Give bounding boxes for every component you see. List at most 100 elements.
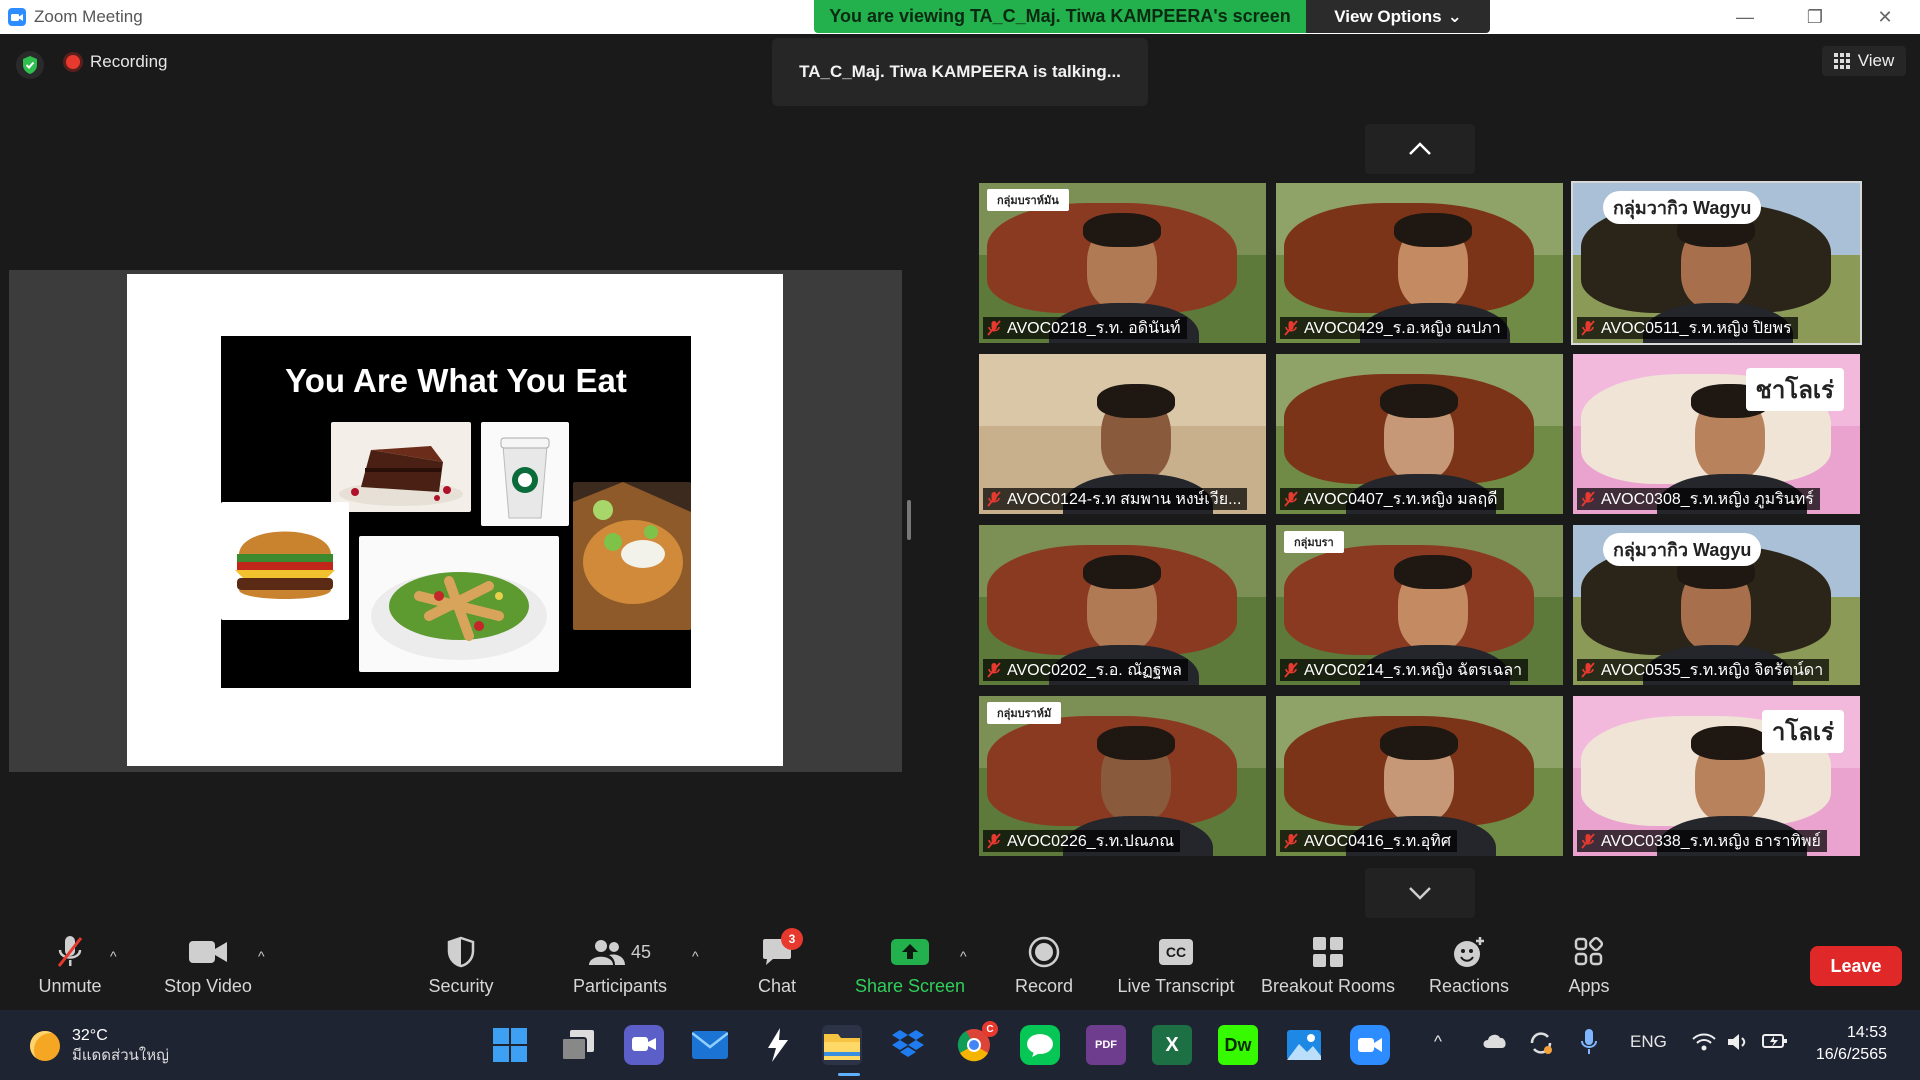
participant-video-tile[interactable]: AVOC0429_ร.อ.หญิง ณปภา [1276, 183, 1563, 343]
participant-video-tile[interactable]: AVOC0202_ร.อ. ณัฏฐพล [979, 525, 1266, 685]
participant-video-tile[interactable]: AVOC0124-ร.ท สมพาน หงษ์เวีย... [979, 354, 1266, 514]
weather-condition: มีแดดส่วนใหญ่ [72, 1047, 169, 1064]
show-hidden-icons-chevron-icon[interactable]: ^ [1434, 1032, 1442, 1052]
photos-icon[interactable] [1284, 1025, 1324, 1065]
security-button[interactable]: Security [420, 932, 502, 1002]
microphone-tray-icon[interactable] [1580, 1028, 1598, 1056]
breakout-rooms-button[interactable]: Breakout Rooms [1258, 932, 1398, 1002]
microphone-muted-icon [987, 833, 1001, 849]
participant-video-tile[interactable]: AVOC0416_ร.ท.อุทิศ [1276, 696, 1563, 856]
smiley-reaction-icon [1454, 937, 1484, 967]
participant-hair [1380, 384, 1458, 418]
background-sign-text: าโลเร่ [1761, 710, 1844, 753]
active-speaker-notice: TA_C_Maj. Tiwa KAMPEERA is talking... [772, 38, 1148, 106]
share-options-caret-icon[interactable]: ^ [960, 948, 967, 964]
recording-label: Recording [90, 52, 168, 71]
close-icon[interactable]: ✕ [1850, 0, 1920, 34]
live-transcript-button[interactable]: CC Live Transcript [1114, 932, 1238, 1002]
speaker-volume-icon[interactable] [1726, 1032, 1750, 1052]
dreamweaver-icon[interactable]: Dw [1218, 1025, 1258, 1065]
record-button[interactable]: Record [1012, 932, 1076, 1002]
gallery-prev-page-button[interactable] [1365, 124, 1475, 174]
apps-label: Apps [1568, 976, 1610, 996]
apps-icon [1574, 937, 1604, 966]
participant-name-bar: AVOC0202_ร.อ. ณัฏฐพล [983, 659, 1188, 681]
gallery-next-page-button[interactable] [1365, 868, 1475, 918]
microphone-muted-icon [1284, 320, 1298, 336]
line-messenger-icon[interactable] [1020, 1025, 1060, 1065]
stop-video-label: Stop Video [164, 976, 252, 996]
participant-name: AVOC0535_ร.ท.หญิง จิตรัตน์ดา [1601, 661, 1824, 679]
share-screen-button[interactable]: Share Screen [854, 932, 966, 1002]
clock-time: 14:53 [1846, 1024, 1887, 1041]
unmute-button[interactable]: Unmute [30, 932, 110, 1002]
microphone-muted-icon [1581, 320, 1595, 336]
background-sign-text: กลุ่มวากิว Wagyu [1603, 533, 1762, 566]
minimize-icon[interactable]: — [1710, 0, 1780, 34]
recording-indicator[interactable]: Recording [66, 52, 168, 72]
microphone-muted-icon [987, 491, 1001, 507]
participant-hair [1380, 726, 1458, 760]
microphone-muted-icon [1581, 662, 1595, 678]
participant-name: AVOC0214_ร.ท.หญิง ฉัตรเฉลา [1304, 661, 1523, 679]
file-explorer-icon[interactable] [822, 1025, 862, 1065]
participant-video-tile[interactable]: กลุ่มวากิว Wagyu AVOC0535_ร.ท.หญิง จิตรัต… [1573, 525, 1860, 685]
onedrive-cloud-icon[interactable] [1482, 1032, 1508, 1048]
participant-video-tile[interactable]: ชาโลเร่ AVOC0308_ร.ท.หญิง ภูมรินทร์ [1573, 354, 1860, 514]
zoom-taskbar-icon[interactable] [1350, 1025, 1390, 1065]
participant-name-bar: AVOC0338_ร.ท.หญิง ธาราทิพย์ [1577, 830, 1827, 852]
dropbox-icon[interactable] [888, 1025, 928, 1065]
mail-icon[interactable] [690, 1025, 730, 1065]
panel-resize-handle[interactable] [907, 500, 911, 540]
background-sign-text: กลุ่มบราห์มัน [987, 189, 1069, 211]
input-language-indicator[interactable]: ENG [1630, 1032, 1667, 1052]
sync-refresh-icon[interactable] [1528, 1030, 1554, 1056]
windows-taskbar: 32°C มีแดดส่วนใหญ่ C PDF X Dw ^ ENG 14:5… [0, 1010, 1920, 1080]
participant-name-bar: AVOC0226_ร.ท.ปณภณ [983, 830, 1181, 852]
view-options-label: View Options [1334, 6, 1442, 26]
view-options-button[interactable]: View Options ⌄ [1306, 0, 1490, 33]
participant-video-tile[interactable]: กลุ่มบรา AVOC0214_ร.ท.หญิง ฉัตรเฉลา [1276, 525, 1563, 685]
encryption-shield-icon[interactable] [16, 51, 44, 79]
apps-button[interactable]: Apps [1566, 932, 1612, 1002]
restore-icon[interactable]: ❐ [1780, 0, 1850, 34]
mobaxterm-lightning-icon[interactable] [758, 1025, 798, 1065]
teams-chat-icon[interactable] [624, 1025, 664, 1065]
participant-video-tile[interactable]: AVOC0407_ร.ท.หญิง มลฤดี [1276, 354, 1563, 514]
participant-name-bar: AVOC0214_ร.ท.หญิง ฉัตรเฉลา [1280, 659, 1529, 681]
leave-meeting-button[interactable]: Leave [1810, 946, 1902, 986]
participant-video-tile[interactable]: กลุ่มบราห์มัน AVOC0218_ร.ท. อดินันท์ [979, 183, 1266, 343]
participant-name: AVOC0218_ร.ท. อดินันท์ [1007, 319, 1181, 337]
slide-content: You Are What You Eat [221, 336, 691, 688]
wifi-icon[interactable] [1692, 1032, 1716, 1052]
background-sign-text: กลุ่มวากิว Wagyu [1603, 191, 1762, 224]
participants-button[interactable]: 45 Participants [568, 932, 672, 1002]
participant-video-tile[interactable]: กลุ่มบราห์มั AVOC0226_ร.ท.ปณภณ [979, 696, 1266, 856]
microphone-muted-icon [1284, 833, 1298, 849]
participants-count: 45 [630, 941, 652, 962]
participant-video-tile[interactable]: าโลเร่ AVOC0338_ร.ท.หญิง ธาราทิพย์ [1573, 696, 1860, 856]
reactions-button[interactable]: Reactions [1426, 932, 1512, 1002]
task-view-icon[interactable] [558, 1025, 598, 1065]
view-button-label: View [1857, 51, 1895, 70]
system-clock[interactable]: 14:53 16/6/2565 [1775, 1022, 1887, 1066]
chat-button[interactable]: 3 Chat [755, 928, 803, 1002]
stop-video-button[interactable]: Stop Video [160, 932, 256, 1002]
participant-video-tile[interactable]: กลุ่มวากิว Wagyu AVOC0511_ร.ท.หญิง ปิยพร [1571, 181, 1862, 345]
video-options-caret-icon[interactable]: ^ [258, 948, 265, 964]
security-shield-icon [447, 936, 475, 968]
participant-name: AVOC0429_ร.อ.หญิง ณปภา [1304, 319, 1501, 337]
chevron-down-icon [1409, 887, 1431, 900]
active-app-indicator [838, 1073, 860, 1076]
view-button[interactable]: View [1822, 46, 1906, 76]
participant-hair [1083, 213, 1161, 247]
weather-widget[interactable]: 32°C มีแดดส่วนใหญ่ [30, 1026, 169, 1066]
participants-options-caret-icon[interactable]: ^ [692, 948, 699, 964]
participant-name-bar: AVOC0429_ร.อ.หญิง ณปภา [1280, 317, 1507, 339]
chrome-icon[interactable]: C [954, 1021, 998, 1065]
pdf-app-icon[interactable]: PDF [1086, 1025, 1126, 1065]
windows-start-icon[interactable] [490, 1025, 530, 1065]
audio-options-caret-icon[interactable]: ^ [110, 948, 117, 964]
excel-icon[interactable]: X [1152, 1025, 1192, 1065]
viewing-screen-banner: You are viewing TA_C_Maj. Tiwa KAMPEERA'… [814, 0, 1306, 33]
